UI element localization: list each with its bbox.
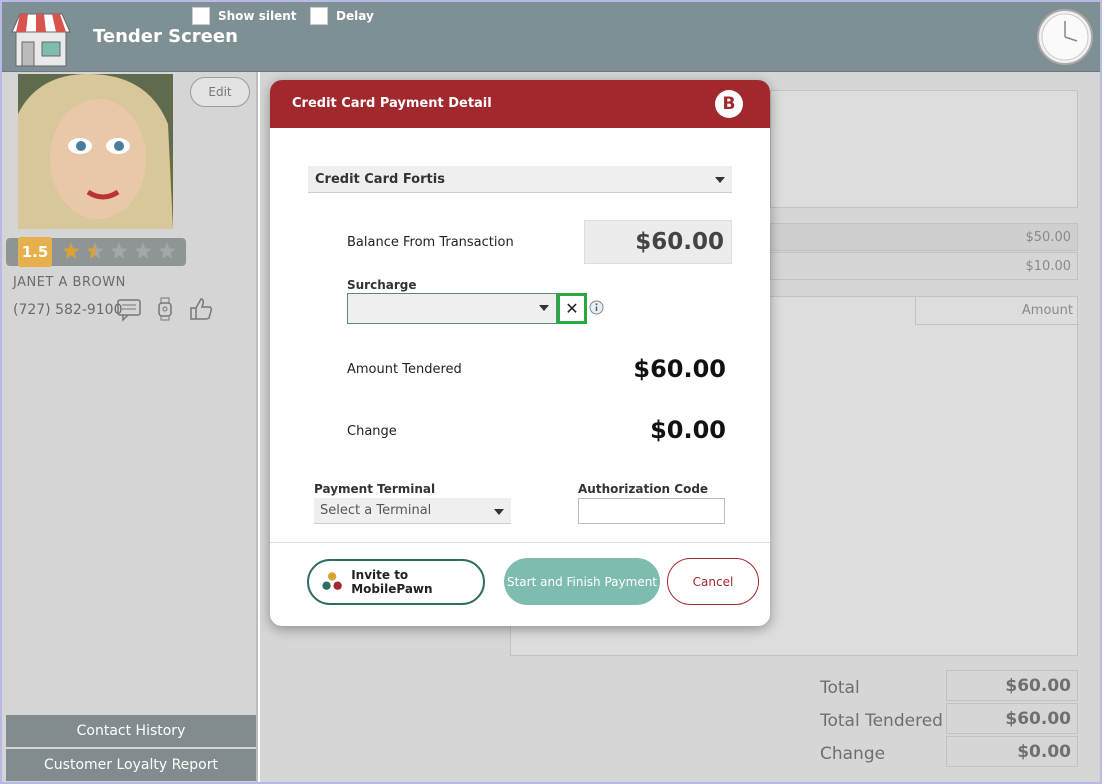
dialog-title: Credit Card Payment Detail [292,96,492,111]
message-icon[interactable] [116,296,142,322]
balance-label: Balance From Transaction [347,235,514,250]
customer-loyalty-report-button[interactable]: Customer Loyalty Report [6,749,256,781]
amount-tendered-value: $60.00 [633,355,726,383]
avatar-image [18,74,173,229]
app-window: Tender Screen Show silent Delay Edit 1.5… [0,0,1102,784]
authorization-code-input[interactable] [578,498,725,524]
customer-phone: (727) 582-9100 [13,302,123,318]
line-item-row: $10.00 [770,252,1078,280]
total-label: Total [820,678,860,698]
payment-terminal-select[interactable]: Select a Terminal [314,498,511,524]
chevron-down-icon [539,305,549,311]
delay-label: Delay [336,9,374,23]
edit-customer-button[interactable]: Edit [190,77,250,107]
dialog-header: Credit Card Payment Detail B [270,80,770,128]
show-silent-label: Show silent [218,9,297,23]
amount-tendered-label: Amount Tendered [347,362,462,377]
total-tendered-label: Total Tendered [820,711,943,731]
customer-panel: Edit 1.5 JANET A BROWN (727) 582-9100 Co… [2,72,258,782]
delay-checkbox[interactable]: Delay [310,7,374,25]
line-item-row: $50.00 [770,223,1078,251]
star-empty-icon [134,242,152,259]
surcharge-select[interactable] [347,293,557,324]
clock-icon [1037,9,1093,65]
invite-label: Invite to MobilePawn [351,568,433,596]
balance-value: $60.00 [584,220,732,264]
payment-type-value: Credit Card Fortis [315,172,445,187]
change-label: Change [347,424,397,439]
change-value: $0.00 [650,416,726,444]
clear-surcharge-button[interactable]: ✕ [557,293,587,324]
notes-box [770,90,1078,208]
checkbox-box[interactable] [310,7,328,25]
payment-type-select[interactable]: Credit Card Fortis [308,166,732,193]
customer-rating: 1.5 [6,237,186,267]
terminal-placeholder: Select a Terminal [320,503,432,518]
invite-mobilepawn-button[interactable]: Invite to MobilePawn [307,559,485,605]
credit-card-payment-dialog: Credit Card Payment Detail B Credit Card… [270,80,770,626]
payment-terminal-label: Payment Terminal [314,482,436,496]
authorization-code-label: Authorization Code [578,482,709,496]
rating-value: 1.5 [18,237,52,267]
thumbs-up-icon[interactable] [188,296,214,322]
smartwatch-icon[interactable] [152,296,178,322]
total-tendered-value: $60.00 [946,703,1078,734]
customer-name: JANET A BROWN [13,275,126,290]
total-value: $60.00 [946,670,1078,701]
change-label: Change [820,744,886,764]
star-empty-icon [158,242,176,259]
start-finish-payment-button[interactable]: Start and Finish Payment [504,558,660,605]
brand-logo: B [715,90,743,118]
surcharge-label: Surcharge [347,278,417,292]
star-icon [62,242,80,259]
chevron-down-icon [494,509,504,515]
half-star-icon [86,242,104,259]
contact-actions [116,296,214,322]
customer-avatar [18,74,173,229]
info-icon[interactable] [589,300,604,315]
page-title: Tender Screen [93,26,238,47]
star-rating [62,242,176,260]
header-bar: Tender Screen Show silent Delay [2,2,1100,72]
show-silent-checkbox[interactable]: Show silent [192,7,296,25]
star-empty-icon [110,242,128,259]
contact-history-button[interactable]: Contact History [6,715,256,747]
chevron-down-icon [715,177,725,183]
checkbox-box[interactable] [192,7,210,25]
store-icon [11,13,71,67]
mobilepawn-logo-icon [322,572,342,590]
amount-column-header: Amount [915,297,1079,325]
divider [270,542,770,543]
change-value: $0.00 [946,736,1078,767]
cancel-button[interactable]: Cancel [667,558,759,605]
